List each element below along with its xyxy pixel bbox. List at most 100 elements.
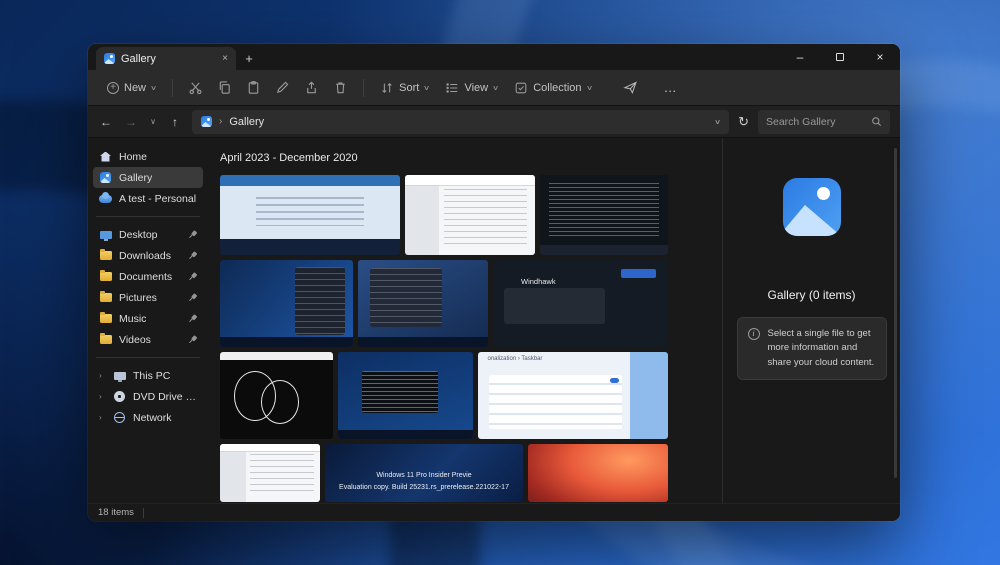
forward-button[interactable]: →: [123, 115, 139, 129]
toolbar-separator: [172, 79, 173, 97]
sidebar-item-downloads[interactable]: Downloads: [93, 245, 203, 266]
copy-button[interactable]: [211, 75, 238, 100]
search-icon: [871, 116, 882, 127]
sidebar-separator: [96, 216, 200, 217]
toolbar-separator: [363, 79, 364, 97]
tab-title: Gallery: [121, 53, 156, 65]
share-button[interactable]: [298, 75, 325, 100]
chevron-down-icon: ∨: [423, 84, 430, 92]
sidebar-item-home[interactable]: Home: [93, 146, 203, 167]
expand-chevron-icon[interactable]: ›: [99, 392, 106, 401]
sidebar-item-desktop[interactable]: Desktop: [93, 224, 203, 245]
desktop-icon: [99, 228, 112, 241]
rename-icon: [275, 80, 290, 95]
view-icon: [445, 81, 459, 95]
sort-icon: [380, 81, 394, 95]
sidebar-item-music[interactable]: Music: [93, 308, 203, 329]
thumbnail-row: Windows 11 Pro Insider Previe Evaluation…: [220, 444, 670, 502]
sidebar-item-onedrive[interactable]: A test - Personal: [93, 188, 203, 209]
thumbnail-row: [220, 175, 670, 255]
recent-locations-button[interactable]: ∨: [148, 117, 158, 126]
pin-icon: [186, 249, 199, 262]
gallery-thumbnail[interactable]: [220, 175, 400, 255]
gallery-thumbnail[interactable]: [220, 352, 333, 439]
status-bar: 18 items: [88, 503, 900, 521]
minimize-button[interactable]: –: [780, 44, 820, 70]
details-pane: Gallery (0 items) i Select a single file…: [722, 138, 900, 503]
gallery-icon: [99, 171, 112, 184]
expand-chevron-icon[interactable]: ›: [99, 371, 106, 380]
command-bar: + New ∨ Sort ∨ View: [88, 70, 900, 106]
details-info-box: i Select a single file to get more infor…: [737, 317, 887, 380]
gallery-thumbnail[interactable]: [220, 260, 353, 347]
address-location-label: Gallery: [229, 116, 264, 128]
settings-breadcrumb-label: onalization › Taskbar: [488, 356, 543, 362]
thumbnail-row: Windhawk: [220, 260, 670, 347]
sidebar-item-documents[interactable]: Documents: [93, 266, 203, 287]
view-button[interactable]: View ∨: [438, 76, 505, 100]
windhawk-label: Windhawk: [521, 277, 556, 286]
dvd-disc-icon: [113, 390, 126, 403]
sidebar-item-pictures[interactable]: Pictures: [93, 287, 203, 308]
search-input[interactable]: [766, 116, 865, 128]
new-tab-button[interactable]: +: [236, 47, 262, 70]
gallery-thumbnail[interactable]: onalization › Taskbar: [478, 352, 668, 439]
gallery-thumbnail[interactable]: Windows 11 Pro Insider Previe Evaluation…: [325, 444, 523, 502]
explorer-body: Home Gallery A test - Personal Desktop D…: [88, 138, 900, 503]
sidebar-item-dvd-drive[interactable]: › DVD Drive (D:) CCC: [93, 386, 203, 407]
address-dropdown-icon[interactable]: ∨: [714, 118, 721, 126]
gallery-thumbnail[interactable]: [220, 444, 320, 502]
view-button-label: View: [464, 82, 488, 94]
back-button[interactable]: ←: [98, 115, 114, 129]
item-count: 18 items: [98, 507, 134, 518]
details-info-text: Select a single file to get more informa…: [768, 327, 876, 370]
see-more-button[interactable]: …: [656, 78, 686, 97]
maximize-icon: [836, 53, 844, 61]
gallery-thumbnail[interactable]: [405, 175, 535, 255]
share-icon: [304, 80, 319, 95]
downloads-folder-icon: [99, 249, 112, 262]
rename-button[interactable]: [269, 75, 296, 100]
sort-button[interactable]: Sort ∨: [373, 76, 436, 100]
close-button[interactable]: ×: [860, 44, 900, 70]
scissors-icon: [188, 80, 203, 95]
gallery-thumbnail[interactable]: [358, 260, 488, 347]
search-box[interactable]: [758, 110, 890, 134]
info-icon: i: [748, 328, 760, 340]
address-bar[interactable]: › Gallery ∨: [192, 110, 729, 134]
send-button[interactable]: [617, 75, 644, 100]
sidebar-item-videos[interactable]: Videos: [93, 329, 203, 350]
refresh-button[interactable]: ↻: [738, 114, 749, 130]
address-row: ← → ∨ ↑ › Gallery ∨ ↻: [88, 106, 900, 138]
gallery-icon: [104, 53, 115, 64]
chevron-down-icon: ∨: [492, 84, 499, 92]
paste-icon: [246, 80, 261, 95]
sidebar-item-this-pc[interactable]: › This PC: [93, 365, 203, 386]
sidebar-separator: [96, 357, 200, 358]
gallery-thumbnail[interactable]: [540, 175, 668, 255]
pin-icon: [186, 291, 199, 304]
tab-strip: Gallery × + – ×: [88, 44, 900, 70]
maximize-button[interactable]: [820, 44, 860, 70]
paste-button[interactable]: [240, 75, 267, 100]
details-title: Gallery (0 items): [767, 288, 855, 302]
tab-gallery[interactable]: Gallery ×: [96, 47, 236, 70]
cut-button[interactable]: [182, 75, 209, 100]
vertical-scrollbar[interactable]: [894, 148, 897, 478]
gallery-thumbnail[interactable]: [528, 444, 668, 502]
new-button[interactable]: + New ∨: [100, 77, 163, 99]
tab-close-icon[interactable]: ×: [222, 53, 228, 64]
collection-button[interactable]: Collection ∨: [507, 76, 598, 100]
chevron-right-icon: ›: [219, 116, 222, 127]
sidebar-item-network[interactable]: › Network: [93, 407, 203, 428]
gallery-thumbnail[interactable]: Windhawk: [493, 260, 668, 347]
videos-folder-icon: [99, 333, 112, 346]
up-button[interactable]: ↑: [167, 115, 183, 129]
delete-button[interactable]: [327, 75, 354, 100]
pictures-folder-icon: [99, 291, 112, 304]
expand-chevron-icon[interactable]: ›: [99, 413, 106, 422]
gallery-thumbnail[interactable]: [338, 352, 473, 439]
address-location-icon: [201, 116, 212, 127]
pin-icon: [186, 228, 199, 241]
sidebar-item-gallery[interactable]: Gallery: [93, 167, 203, 188]
